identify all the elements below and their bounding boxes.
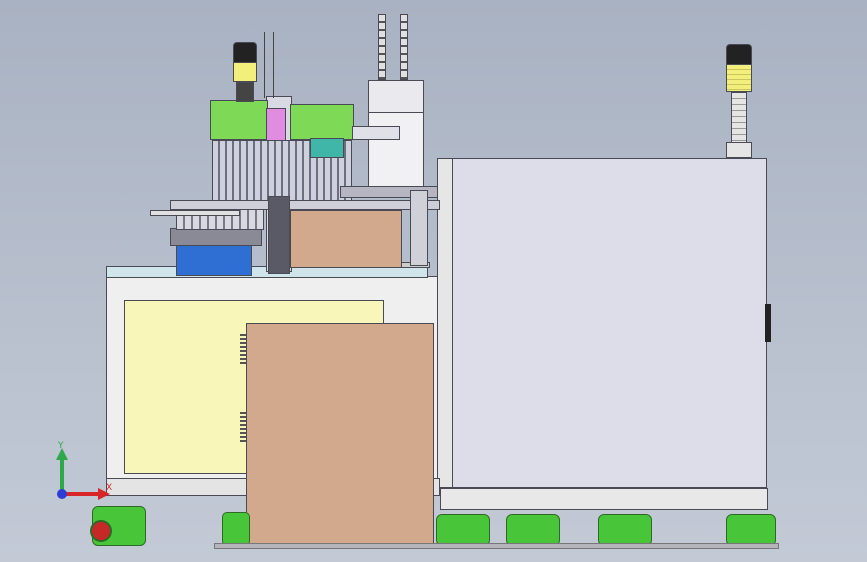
caster-1-wheel <box>90 520 112 542</box>
x-axis-arrow <box>62 488 110 500</box>
signal-tower-right[interactable] <box>726 44 752 66</box>
x-axis-label: X <box>106 483 112 493</box>
signal-tower-right-base <box>726 142 752 158</box>
turntable-plate[interactable] <box>170 228 262 246</box>
teal-cylinder <box>310 138 344 158</box>
slide-block-right[interactable] <box>290 104 354 140</box>
dark-plate <box>268 196 290 274</box>
fitting-right <box>400 14 408 80</box>
rod-pair <box>264 32 274 98</box>
caster-3[interactable] <box>436 514 490 546</box>
pneumatic-guide <box>368 112 424 192</box>
right-cabinet-base <box>440 488 768 510</box>
signal-tower-right-lamp <box>726 64 752 92</box>
feeder-arm <box>150 210 240 216</box>
y-axis-label: Y <box>57 441 64 451</box>
fitting-left <box>378 14 386 80</box>
cardboard-box-small[interactable] <box>290 210 402 268</box>
caster-6[interactable] <box>726 514 776 546</box>
caster-2[interactable] <box>222 512 250 546</box>
cardboard-box-large[interactable] <box>246 323 434 549</box>
coordinate-triad[interactable]: Y X <box>48 440 118 510</box>
cad-viewport[interactable]: Y X <box>0 0 867 562</box>
side-guide <box>410 190 428 266</box>
cabinet-handle <box>765 304 771 342</box>
slide-block-left[interactable] <box>210 100 268 140</box>
floor-pad-row <box>214 543 779 549</box>
cross-beam <box>170 200 440 210</box>
signal-tower-left-lamp <box>233 62 257 82</box>
signal-tower-right-neck <box>731 92 747 144</box>
caster-5[interactable] <box>598 514 652 546</box>
right-cabinet[interactable] <box>451 158 767 488</box>
signal-tower-left[interactable] <box>233 42 257 64</box>
horizontal-cylinder <box>352 126 400 140</box>
z-axis-dot <box>57 489 67 499</box>
caster-4[interactable] <box>506 514 560 546</box>
pneumatic-block[interactable] <box>368 80 424 114</box>
signal-tower-left-base <box>236 82 254 102</box>
y-axis-arrow <box>56 448 68 494</box>
blue-feeder[interactable] <box>176 244 252 276</box>
